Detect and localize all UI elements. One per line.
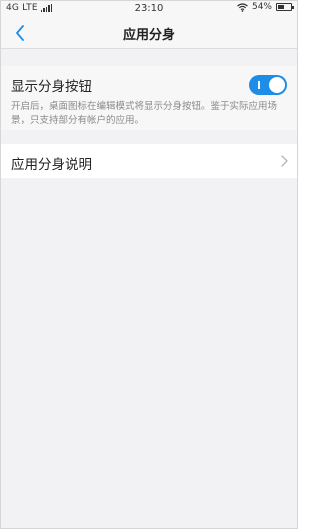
battery-icon (276, 3, 294, 11)
toggle-knob (269, 77, 285, 93)
battery-percent: 54% (251, 2, 272, 12)
show-clone-button-section: 显示分身按钮 开启后，桌面图标在编辑模式将显示分身按钮。鉴于实际应用场景，只支持… (0, 66, 298, 130)
nav-bar: 应用分身 (0, 18, 298, 49)
battery-level (278, 5, 284, 9)
wifi-icon (237, 2, 248, 12)
status-right: 54% (237, 2, 294, 12)
show-clone-button-description: 开启后，桌面图标在编辑模式将显示分身按钮。鉴于实际应用场景，只支持部分有帐户的应… (11, 101, 278, 126)
chevron-right-icon (281, 155, 288, 167)
clone-app-info-label: 应用分身说明 (11, 157, 92, 173)
page-title: 应用分身 (122, 28, 175, 43)
show-clone-button-toggle[interactable] (249, 75, 287, 95)
screen: 4G LTE 23:10 54% 应用分身 显示分身按钮 开启后，桌面图标在编辑… (0, 0, 298, 529)
toggle-on-indicator (258, 81, 260, 89)
show-clone-button-label: 显示分身按钮 (11, 79, 92, 95)
status-bar: 4G LTE 23:10 54% (0, 0, 298, 18)
clone-app-info-row[interactable]: 应用分身说明 (0, 144, 298, 178)
